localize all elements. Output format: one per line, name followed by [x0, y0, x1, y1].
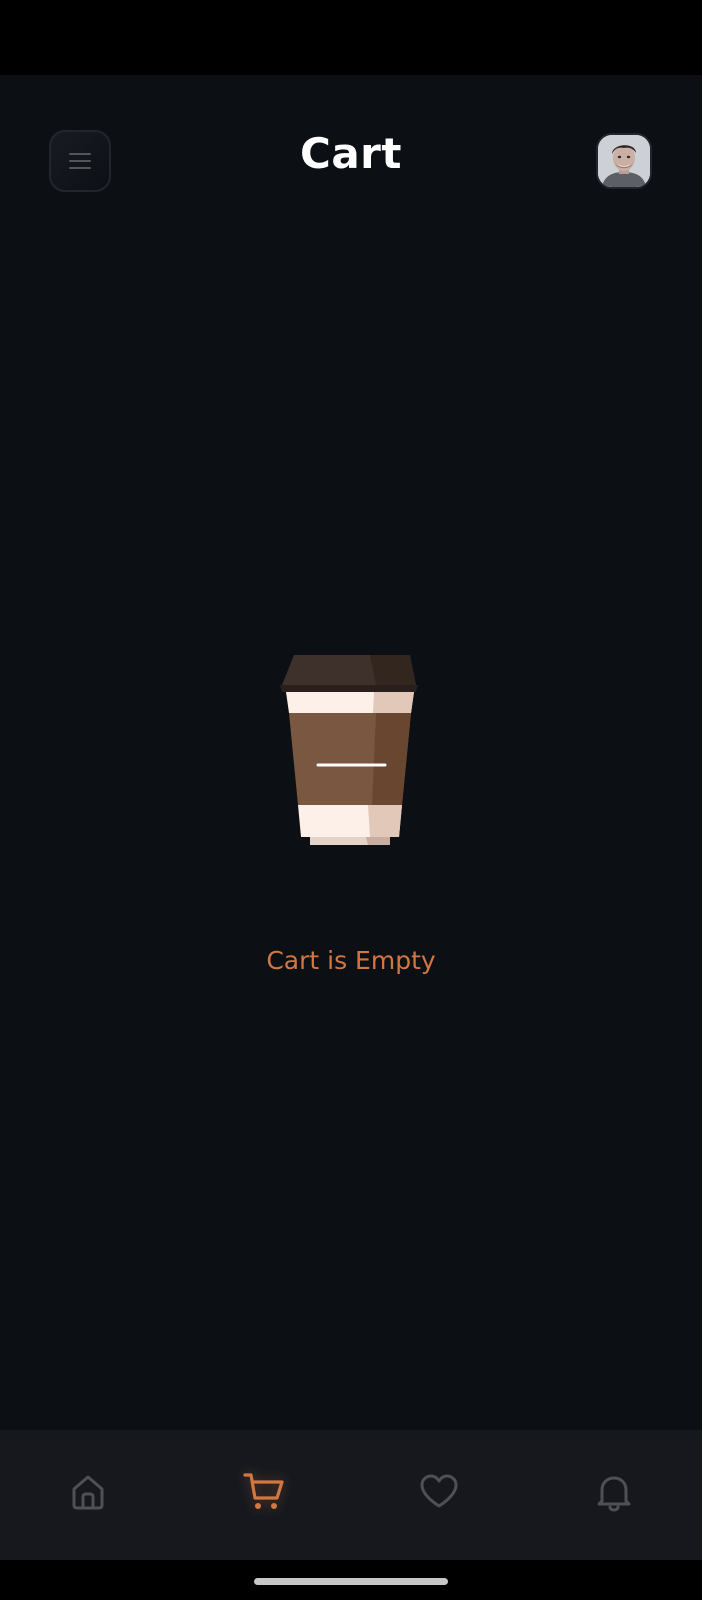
home-indicator[interactable]	[254, 1578, 448, 1585]
coffee-cup-illustration	[280, 655, 418, 845]
bottom-navigation	[0, 1430, 702, 1560]
cart-screen: Cart Cart is Empty	[0, 75, 702, 1430]
cup-sleeve-shade	[372, 713, 411, 805]
home-icon	[72, 1475, 104, 1510]
cup-lid-rim	[280, 685, 418, 692]
status-bar	[0, 0, 702, 75]
bell-icon	[597, 1476, 631, 1512]
cup-base-shade	[366, 837, 390, 845]
nav-favorites[interactable]	[415, 1468, 463, 1516]
nav-home[interactable]	[64, 1468, 112, 1516]
empty-cart-message: Cart is Empty	[266, 946, 436, 975]
cup-lid-shade	[370, 655, 416, 685]
cart-icon	[243, 1473, 284, 1509]
nav-notifications[interactable]	[590, 1468, 638, 1516]
cup-top-band-shade	[373, 692, 414, 713]
avatar[interactable]	[596, 133, 652, 189]
profile-photo	[598, 135, 650, 187]
cup-bottom-band-shade	[368, 805, 402, 837]
heart-icon	[420, 1474, 458, 1508]
nav-cart[interactable]	[240, 1468, 288, 1516]
